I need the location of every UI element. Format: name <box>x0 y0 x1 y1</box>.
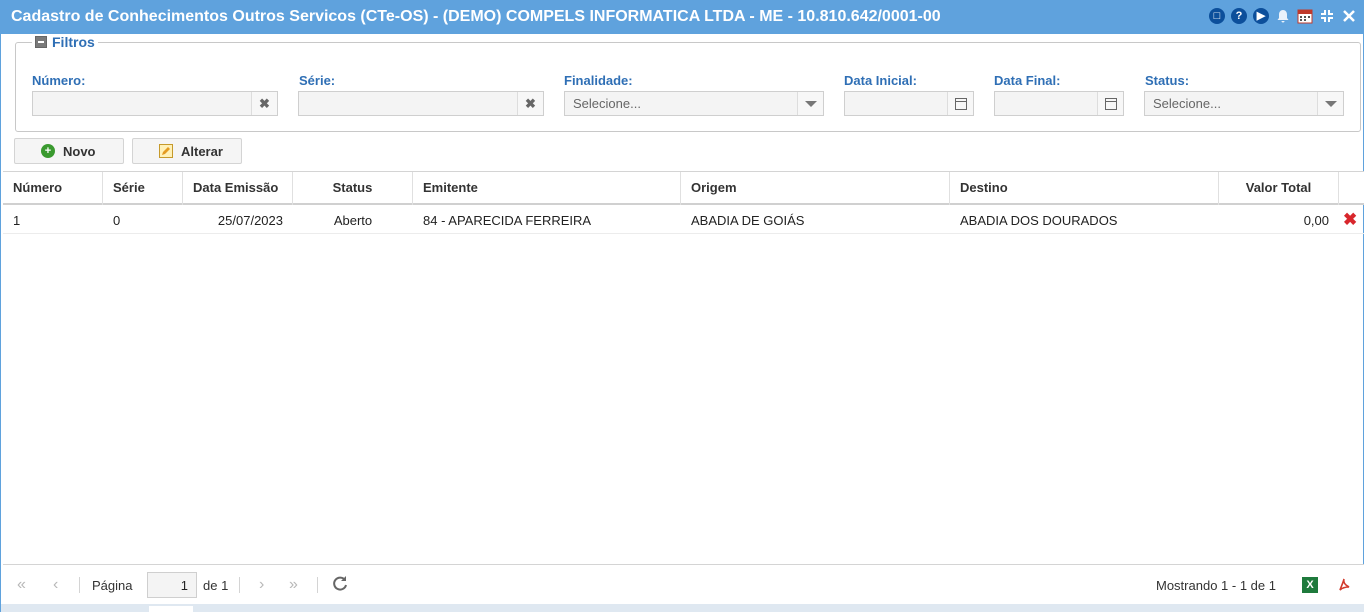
col-origem[interactable]: Origem <box>681 172 950 205</box>
table-row[interactable]: 1 0 25/07/2023 Aberto 84 - APARECIDA FER… <box>3 207 1364 234</box>
col-emitente[interactable]: Emitente <box>413 172 681 205</box>
first-page-icon[interactable]: « <box>17 576 26 594</box>
data-final-input[interactable] <box>994 91 1124 116</box>
play-icon[interactable]: ▶ <box>1253 8 1269 24</box>
window-title: Cadastro de Conhecimentos Outros Servico… <box>11 8 941 25</box>
col-valor-total[interactable]: Valor Total <box>1219 172 1339 205</box>
collapse-filters-icon[interactable] <box>35 36 47 48</box>
novo-label: Novo <box>63 143 96 159</box>
numero-label: Número: <box>32 73 86 88</box>
close-icon[interactable] <box>1341 8 1357 24</box>
pagination-bar: « ‹ Página 1 de 1 › » Mostrando 1 - 1 de… <box>3 564 1364 604</box>
pdf-export-icon[interactable] <box>1336 577 1352 593</box>
col-data-emissao[interactable]: Data Emissão <box>183 172 293 205</box>
cell-data-emissao: 25/07/2023 <box>217 213 283 228</box>
numero-input[interactable]: ✖ <box>32 91 278 116</box>
calendar-icon[interactable] <box>947 92 973 115</box>
chevron-down-icon[interactable] <box>797 92 823 115</box>
filters-legend[interactable]: Filtros <box>32 34 98 50</box>
bell-icon[interactable] <box>1275 8 1291 24</box>
clear-serie-icon[interactable]: ✖ <box>517 92 543 115</box>
pager-separator <box>239 577 240 593</box>
page-count-label: de 1 <box>203 578 229 593</box>
cell-numero: 1 <box>13 213 21 228</box>
col-actions <box>1339 172 1364 205</box>
cell-origem: ABADIA DE GOIÁS <box>691 213 805 228</box>
data-final-label: Data Final: <box>994 73 1061 88</box>
finalidade-select[interactable]: Selecione... <box>564 91 824 116</box>
showing-count: Mostrando 1 - 1 de 1 <box>1156 578 1276 593</box>
edit-icon <box>159 144 173 158</box>
add-icon: + <box>41 144 55 158</box>
page-input[interactable]: 1 <box>147 572 197 598</box>
taskbar-tab[interactable] <box>149 606 193 612</box>
window: Cadastro de Conhecimentos Outros Servico… <box>0 0 1364 612</box>
calendar-icon[interactable] <box>1097 92 1123 115</box>
records-grid: Número Série Data Emissão Status Emitent… <box>3 171 1364 564</box>
data-inicial-input[interactable] <box>844 91 974 116</box>
cell-status: Aberto <box>333 213 373 228</box>
next-page-icon[interactable]: › <box>259 576 264 594</box>
alterar-label: Alterar <box>181 143 223 159</box>
finalidade-value: Selecione... <box>573 96 641 111</box>
cell-destino: ABADIA DOS DOURADOS <box>960 213 1118 228</box>
pager-separator <box>79 577 80 593</box>
prev-page-icon[interactable]: ‹ <box>53 576 58 594</box>
calendar-icon[interactable] <box>1297 8 1313 24</box>
col-destino[interactable]: Destino <box>950 172 1219 205</box>
serie-input[interactable]: ✖ <box>298 91 544 116</box>
finalidade-label: Finalidade: <box>564 73 633 88</box>
filters-legend-label: Filtros <box>52 34 95 50</box>
novo-button[interactable]: + Novo <box>14 138 124 164</box>
chat-icon[interactable]: □ <box>1209 8 1225 24</box>
help-icon[interactable]: ? <box>1231 8 1247 24</box>
cell-serie: 0 <box>113 213 121 228</box>
serie-label: Série: <box>299 73 336 88</box>
status-label: Status: <box>1145 73 1190 88</box>
delete-icon[interactable]: ✖ <box>1343 211 1357 229</box>
alterar-button[interactable]: Alterar <box>132 138 242 164</box>
last-page-icon[interactable]: » <box>289 576 298 594</box>
title-bar: Cadastro de Conhecimentos Outros Servico… <box>1 0 1364 34</box>
col-numero[interactable]: Número <box>3 172 103 205</box>
status-value: Selecione... <box>1153 96 1221 111</box>
grid-header: Número Série Data Emissão Status Emitent… <box>3 172 1364 205</box>
window-tools: □ ? ▶ <box>1209 8 1357 24</box>
cell-emitente: 84 - APARECIDA FERREIRA <box>423 213 592 228</box>
refresh-icon[interactable] <box>331 574 349 597</box>
clear-numero-icon[interactable]: ✖ <box>251 92 277 115</box>
status-select[interactable]: Selecione... <box>1144 91 1344 116</box>
page-label: Página <box>92 578 133 593</box>
chevron-down-icon[interactable] <box>1317 92 1343 115</box>
col-status[interactable]: Status <box>293 172 413 205</box>
bottom-taskbar <box>1 604 1364 612</box>
excel-export-icon[interactable]: X <box>1302 577 1318 593</box>
data-inicial-label: Data Inicial: <box>844 73 917 88</box>
col-serie[interactable]: Série <box>103 172 183 205</box>
pager-separator <box>317 577 318 593</box>
filters-panel: Filtros Número: ✖ Série: ✖ Finalidade: S… <box>15 34 1361 132</box>
cell-valor-total: 0,00 <box>1303 213 1329 228</box>
collapse-icon[interactable] <box>1319 8 1335 24</box>
